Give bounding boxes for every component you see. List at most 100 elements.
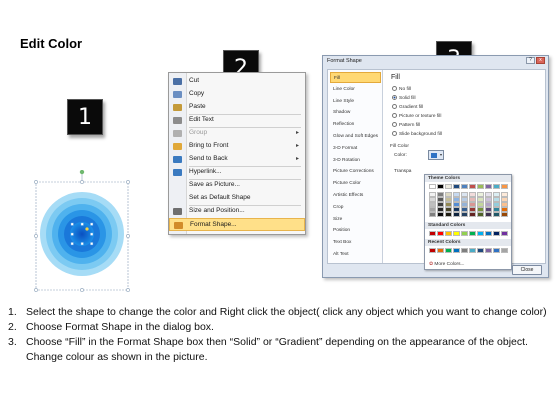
- color-swatch[interactable]: [485, 231, 492, 236]
- resize-handle: [80, 180, 84, 184]
- color-swatch[interactable]: [485, 184, 492, 189]
- menu-item-edit-text[interactable]: Edit Text: [169, 114, 305, 127]
- color-swatch[interactable]: [461, 184, 468, 189]
- nav-item-artistic-effects[interactable]: Artistic Effects: [330, 190, 381, 201]
- radio-button-icon[interactable]: [392, 113, 397, 118]
- nav-item-crop[interactable]: Crop: [330, 202, 381, 213]
- radio-solid-fill[interactable]: Solid fill: [392, 95, 416, 101]
- nav-item-fill[interactable]: Fill: [330, 72, 381, 83]
- color-swatch[interactable]: [461, 248, 468, 253]
- color-swatch[interactable]: [501, 212, 508, 217]
- radio-slide-background-fill[interactable]: Slide background fill: [392, 131, 442, 137]
- menu-item-format-shape[interactable]: Format Shape...: [169, 218, 305, 231]
- color-swatch[interactable]: [445, 184, 452, 189]
- close-button[interactable]: Close: [512, 265, 542, 275]
- color-swatch[interactable]: [469, 212, 476, 217]
- standard-colors-heading: Standard Colors: [425, 222, 511, 229]
- color-swatch[interactable]: [469, 184, 476, 189]
- menu-item-label: Bring to Front: [189, 142, 229, 149]
- color-swatch[interactable]: [453, 184, 460, 189]
- color-swatch[interactable]: [501, 184, 508, 189]
- send-to-back-icon: [173, 156, 182, 163]
- theme-colors-shades: [429, 192, 508, 217]
- nav-item-position[interactable]: Position: [330, 225, 381, 236]
- color-swatch[interactable]: [429, 248, 436, 253]
- menu-item-set-as-default-shape[interactable]: Set as Default Shape: [169, 192, 305, 205]
- dialog-close-icon[interactable]: x: [536, 57, 545, 64]
- color-swatch[interactable]: [477, 212, 484, 217]
- nav-item-alt-text[interactable]: Alt Text: [330, 249, 381, 260]
- instruction-text: Choose Format Shape in the dialog box.: [26, 321, 214, 333]
- color-swatch[interactable]: [485, 212, 492, 217]
- color-picker-button[interactable]: ▾: [428, 150, 444, 160]
- instruction-number: 2.: [8, 321, 17, 333]
- radio-button-icon[interactable]: [392, 131, 397, 136]
- radio-pattern-fill[interactable]: Pattern fill: [392, 122, 420, 128]
- menu-item-send-to-back[interactable]: Send to Back ▸: [169, 153, 305, 166]
- color-swatch[interactable]: [469, 248, 476, 253]
- color-swatch[interactable]: [429, 231, 436, 236]
- menu-item-bring-to-front[interactable]: Bring to Front ▸: [169, 140, 305, 153]
- color-swatch[interactable]: [493, 248, 500, 253]
- color-swatch[interactable]: [445, 231, 452, 236]
- color-swatch[interactable]: [437, 184, 444, 189]
- color-swatch[interactable]: [477, 184, 484, 189]
- menu-item-copy[interactable]: Copy: [169, 88, 305, 101]
- color-swatch[interactable]: [485, 248, 492, 253]
- radio-button-icon[interactable]: [392, 122, 397, 127]
- color-swatch[interactable]: [453, 231, 460, 236]
- radio-button-icon[interactable]: [392, 104, 397, 109]
- radio-button-icon[interactable]: [392, 86, 397, 91]
- color-swatch[interactable]: [461, 231, 468, 236]
- color-swatch[interactable]: [437, 248, 444, 253]
- nav-item-line-style[interactable]: Line Style: [330, 96, 381, 107]
- nav-item-3-d-format[interactable]: 3-D Format: [330, 143, 381, 154]
- color-swatch[interactable]: [477, 231, 484, 236]
- menu-item-paste[interactable]: Paste: [169, 101, 305, 114]
- menu-item-hyperlink[interactable]: Hyperlink...: [169, 166, 305, 179]
- nav-item-shadow[interactable]: Shadow: [330, 107, 381, 118]
- menu-item-cut[interactable]: Cut: [169, 75, 305, 88]
- color-swatch[interactable]: [501, 248, 508, 253]
- color-swatch[interactable]: [453, 248, 460, 253]
- color-swatch[interactable]: [493, 212, 500, 217]
- color-swatch[interactable]: [493, 231, 500, 236]
- instruction-step: 3. Choose “Fill” in the Format Shape box …: [8, 335, 548, 365]
- color-swatch[interactable]: [437, 231, 444, 236]
- menu-item-size-and-position[interactable]: Size and Position...: [169, 205, 305, 218]
- nav-item-picture-corrections[interactable]: Picture Corrections: [330, 166, 381, 177]
- nav-item-reflection[interactable]: Reflection: [330, 119, 381, 130]
- radio-picture-or-texture-fill[interactable]: Picture or texture fill: [392, 113, 441, 119]
- help-button[interactable]: ?: [526, 57, 535, 64]
- radio-button-icon[interactable]: [392, 95, 397, 100]
- nav-item-line-color[interactable]: Line Color: [330, 84, 381, 95]
- color-swatch[interactable]: [501, 231, 508, 236]
- color-swatch[interactable]: [445, 248, 452, 253]
- resize-handle: [126, 180, 130, 184]
- more-colors-link[interactable]: ✿ More Colors...: [429, 262, 465, 267]
- radio-gradient-fill[interactable]: Gradient fill: [392, 104, 423, 110]
- nav-item-text-box[interactable]: Text Box: [330, 237, 381, 248]
- menu-item-label: Edit Text: [189, 116, 214, 123]
- chevron-right-icon: ▸: [295, 156, 299, 162]
- color-swatch[interactable]: [429, 212, 436, 217]
- color-swatch[interactable]: [429, 184, 436, 189]
- selected-shape[interactable]: [32, 169, 136, 294]
- concentric-circle-shape[interactable]: [32, 169, 136, 294]
- radio-no-fill[interactable]: No fill: [392, 86, 411, 92]
- menu-item-save-as-picture[interactable]: Save as Picture...: [169, 179, 305, 192]
- nav-item-picture-color[interactable]: Picture Color: [330, 178, 381, 189]
- color-swatch[interactable]: [445, 212, 452, 217]
- nav-item-glow-and-soft-edges[interactable]: Glow and Soft Edges: [330, 131, 381, 142]
- color-swatch[interactable]: [437, 212, 444, 217]
- color-palette: Theme Colors Standard Colors Recent Colo…: [424, 174, 512, 270]
- nav-item-size[interactable]: Size: [330, 214, 381, 225]
- color-swatch[interactable]: [461, 212, 468, 217]
- current-color-swatch: [431, 153, 437, 158]
- color-swatch[interactable]: [453, 212, 460, 217]
- nav-item-3-d-rotation[interactable]: 3-D Rotation: [330, 155, 381, 166]
- color-swatch[interactable]: [469, 231, 476, 236]
- theme-colors-heading: Theme Colors: [425, 175, 511, 182]
- color-swatch[interactable]: [477, 248, 484, 253]
- color-swatch[interactable]: [493, 184, 500, 189]
